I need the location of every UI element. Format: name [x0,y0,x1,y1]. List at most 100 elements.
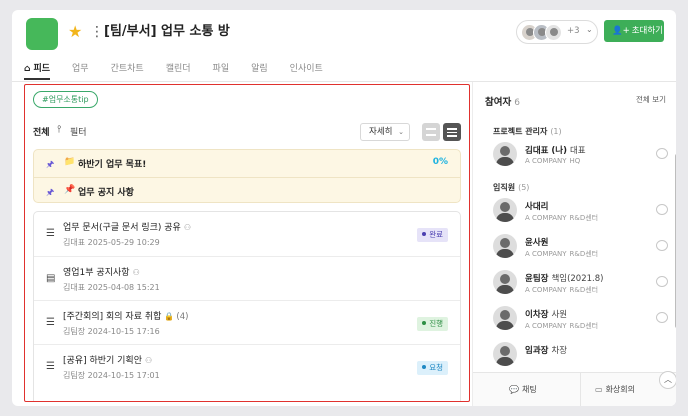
member-company: A COMPANY [525,214,567,222]
star-icon[interactable]: ★ [68,24,82,40]
chat-button[interactable]: 💬 채팅 [509,373,537,406]
chat-bubble-icon[interactable] [656,204,668,215]
pinned-notices: 🖈 📁 하반기 업무 목표! 0% 🖈 📌 업무 공지 사항 [33,149,461,203]
video-camera-icon: ▭ [595,385,603,394]
scroll-top-button[interactable]: ︿ [659,371,676,389]
post-meta: 김대표 2025-05-29 10:29 [63,237,160,248]
notice-title: 업무 공지 사항 [78,188,134,198]
view-all-link[interactable]: 전체 보기 [636,94,666,105]
read-user-icon: ⚇ [183,223,191,232]
member-more-count: +3 [567,26,580,36]
member-dept: R&D센터 [569,250,599,258]
list-item[interactable]: ☰ 업무 문서(구글 문서 링크) 공유 ⚇ 김대표 2025-05-29 10:… [34,212,460,256]
filter-icon[interactable]: ⫯ [57,124,61,135]
tab-bar: ⌂ 피드 업무 간트차트 캘린더 파일 알림 인사이트 [24,62,345,80]
chat-bubble-icon[interactable] [656,312,668,323]
avatar [493,306,517,330]
chat-bubble-icon[interactable] [656,240,668,251]
pinned-notice-announcements[interactable]: 🖈 📌 업무 공지 사항 [34,177,460,204]
status-badge: 완료 [417,228,448,242]
section-count: (5) [518,183,530,192]
filter-button[interactable]: 필터 [70,125,87,138]
member-dept: R&D센터 [569,322,599,330]
avatar [493,342,517,366]
post-date: 2025-04-08 15:21 [87,283,160,292]
filter-all-label[interactable]: 전체 [33,125,50,138]
member-row[interactable]: 임과장 차장 [493,342,673,372]
avatar [493,142,517,166]
tab-gantt[interactable]: 간트차트 [111,62,144,80]
member-company: A COMPANY [525,322,567,330]
member-row[interactable]: 김대표 (나) 대표 A COMPANY HQ [493,142,673,172]
member-name: 이차장 사원 [525,308,567,320]
list-item[interactable]: ▤ 영업1부 공지사항 ⚇ 김대표 2025-04-08 15:21 [34,256,460,300]
view-detail-select[interactable]: 자세히 ⌄ [360,123,410,141]
member-row[interactable]: 윤사원 A COMPANY R&D센터 [493,234,673,264]
status-label: 완료 [429,230,443,239]
member-org: A COMPANY R&D센터 [525,321,598,331]
post-meta: 김팀장 2024-10-15 17:01 [63,370,160,381]
list-item[interactable]: ☰ [주간회의] 회의 자료 취합 🔒 (4) 김팀장 2024-10-15 17:… [34,300,460,344]
notice-emoji: 📌 [64,185,76,195]
tab-files[interactable]: 파일 [213,62,230,80]
member-row[interactable]: 사대리 A COMPANY R&D센터 [493,198,673,228]
list-view-button[interactable] [443,123,461,141]
member-org: A COMPANY R&D센터 [525,285,598,295]
status-badge: 진행 [417,317,448,331]
post-date: 2024-10-15 17:01 [87,371,160,380]
filter-row: 전체 ⫯ 필터 자세히 ⌄ [33,123,461,141]
video-call-button[interactable]: ▭ 화상회의 [595,373,635,406]
member-dept: R&D센터 [569,286,599,294]
tab-notifications[interactable]: 알림 [251,62,268,80]
member-name: 윤팀장 책임(2021.8) [525,272,603,284]
tab-tasks[interactable]: 업무 [72,62,89,80]
avatar [545,24,562,41]
pinned-notice-goals[interactable]: 🖈 📁 하반기 업무 목표! 0% [34,150,460,177]
scrollbar[interactable] [675,154,676,328]
member-name-text: 임과장 [525,346,549,356]
section-label: 임직원 [493,183,516,192]
more-vertical-icon[interactable]: ⋮ [90,24,104,40]
participants-panel: 참여자 6 전체 보기 프로젝트 관리자 (1) 김대표 (나) 대표 A COMP… [472,82,676,406]
post-author: 김대표 [63,283,86,292]
read-user-icon: ⚇ [145,356,153,365]
chat-bubble-icon[interactable] [656,276,668,287]
member-company: A COMPANY [525,250,567,258]
status-badge: 요청 [417,361,448,375]
post-title: [공유] 하반기 기획안 ⚇ [63,353,152,366]
member-org: A COMPANY HQ [525,157,580,165]
member-role: 대표 [569,146,586,156]
member-avatars-dropdown[interactable]: +3 ⌄ [516,20,598,44]
tab-calendar[interactable]: 캘린더 [166,62,191,80]
invite-label: 초대하기 [631,26,663,36]
section-label: 프로젝트 관리자 [493,127,548,136]
pin-icon: 🖈 [46,188,55,198]
notice-emoji: 📁 [64,157,76,167]
participants-title: 참여자 6 [485,94,520,108]
project-logo[interactable] [26,18,58,50]
panel-footer: 💬 채팅 ▭ 화상회의 [473,372,676,406]
member-org: A COMPANY R&D센터 [525,249,598,259]
member-role: 책임(2021.8) [551,274,604,284]
member-dept: R&D센터 [569,214,599,222]
section-count: (1) [550,127,562,136]
chat-bubble-icon[interactable] [656,148,668,159]
member-name: 사대리 [525,202,549,212]
chevron-down-icon: ⌄ [398,128,404,136]
member-row[interactable]: 윤팀장 책임(2021.8) A COMPANY R&D센터 [493,270,673,300]
tab-feed[interactable]: ⌂ 피드 [24,62,51,80]
member-role: 차장 [551,346,568,356]
invite-button[interactable]: 👤+ 초대하기 [604,20,664,42]
list-item[interactable]: ☰ [공유] 하반기 기획안 ⚇ 김팀장 2024-10-15 17:01 요청 [34,344,460,388]
post-date: 2024-10-15 17:16 [87,327,160,336]
hashtag-tip-chip[interactable]: #업무소통tip [33,91,98,108]
card-view-button[interactable] [422,123,440,141]
post-author: 김대표 [63,238,86,247]
tab-insights[interactable]: 인사이트 [290,62,323,80]
section-header-managers: 프로젝트 관리자 (1) [493,126,562,137]
notice-progress: 0% [432,157,448,167]
member-row[interactable]: 이차장 사원 A COMPANY R&D센터 [493,306,673,336]
feed-panel: #업무소통tip 전체 ⫯ 필터 자세히 ⌄ 🖈 📁 하반기 업무 목표! 0% [24,84,470,402]
member-name-text: 윤팀장 [525,274,549,284]
post-title: 영업1부 공지사항 ⚇ [63,265,140,278]
